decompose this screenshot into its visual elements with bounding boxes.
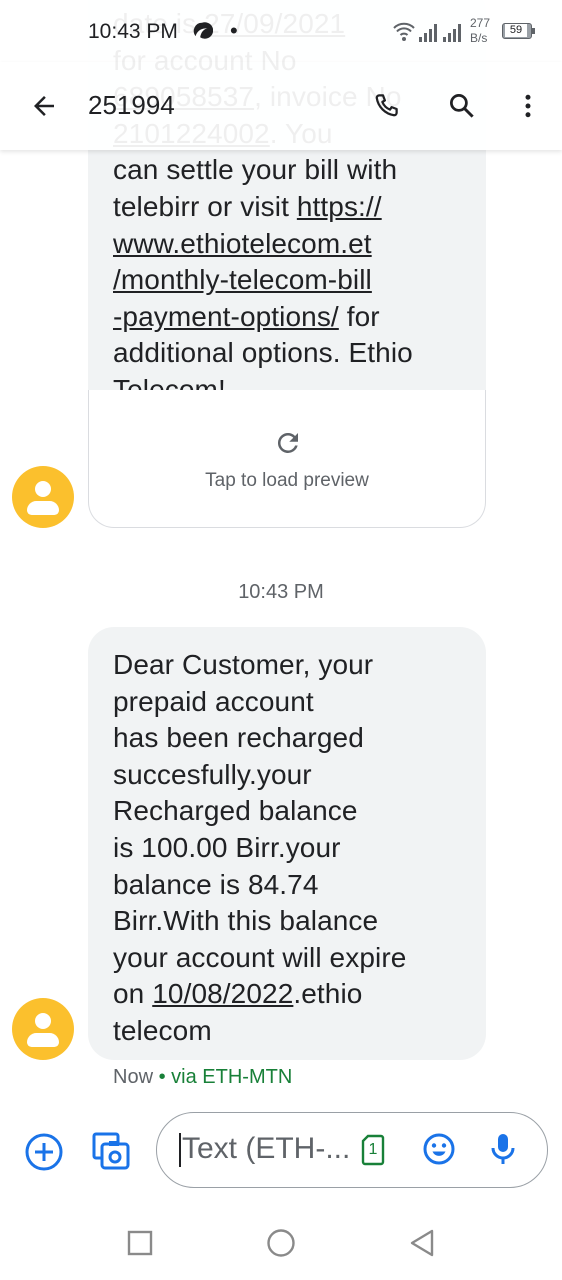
recents-button[interactable] (120, 1225, 160, 1261)
more-vert-icon (525, 94, 531, 118)
message-line: additional options. Ethio (113, 335, 462, 372)
message-text-segment: has been recharged (113, 722, 364, 754)
back-button[interactable] (22, 84, 66, 128)
message-line: Dear Customer, your (113, 647, 462, 684)
message-line: is 100.00 Birr.your (113, 830, 462, 867)
compose-placeholder[interactable]: Text (ETH-... (182, 1132, 350, 1166)
message-text-segment: balance is 84.74 (113, 868, 319, 900)
signal-icon (418, 21, 464, 43)
net-speed-value: 277 (470, 16, 491, 30)
message-text-segment: Birr.With this balance (113, 905, 379, 937)
plus-circle-icon (25, 1133, 63, 1171)
photo-gallery-icon (92, 1132, 130, 1170)
status-bar: 10:43 PM • 277 B/s 59 (0, 0, 562, 62)
circle-icon (267, 1229, 295, 1257)
message-text-segment: for (338, 300, 380, 332)
message-timestamp: 10:43 PM (238, 581, 324, 603)
status-time: 10:43 PM (88, 20, 178, 43)
message-link[interactable]: https:// (297, 191, 382, 222)
message-link[interactable]: /monthly-telecom-bill (113, 264, 372, 295)
sender-avatar[interactable] (12, 466, 74, 528)
notification-icon (191, 20, 214, 42)
sender-avatar[interactable] (12, 998, 74, 1060)
message-text-segment: your account will expire (113, 941, 407, 973)
message-line: www.ethiotelecom.et (113, 226, 462, 263)
message-text-segment: telecom (113, 1014, 212, 1046)
sim-selector[interactable]: 1 (361, 1134, 385, 1166)
sim-number: 1 (368, 1141, 378, 1158)
status-dot: • (230, 18, 238, 43)
message-text-segment: additional options. Ethio (113, 337, 413, 369)
message-text-segment: on (113, 978, 153, 1010)
emoji-icon (423, 1133, 455, 1165)
message-text-segment: can settle your bill with (113, 154, 398, 186)
message-line: prepaid account (113, 684, 462, 721)
back-nav-button[interactable] (402, 1223, 442, 1263)
square-icon (127, 1230, 153, 1256)
conversation-title: 251994 (88, 90, 175, 120)
message-text-segment: Dear Customer, your (113, 649, 374, 680)
phone-icon (375, 94, 398, 117)
message-text-segment: Recharged balance (113, 795, 358, 827)
conversation-app-bar: 251994 (0, 62, 562, 150)
battery-icon: 59 (502, 23, 532, 39)
gallery-button[interactable] (88, 1128, 134, 1174)
message-link[interactable]: www.ethiotelecom.et (113, 228, 372, 259)
message-status: Now • via ETH-MTN (113, 1066, 292, 1089)
link-preview-card[interactable]: Tap to load preview (88, 390, 486, 528)
status-via: via ETH-MTN (171, 1066, 293, 1088)
wifi-icon (392, 20, 416, 42)
message-line: Recharged balance (113, 793, 462, 830)
message-link[interactable]: -payment-options/ (113, 301, 339, 332)
search-button[interactable] (440, 84, 484, 128)
compose-field[interactable]: Text (ETH-... 1 (156, 1112, 548, 1188)
back-arrow-icon (34, 96, 54, 116)
net-speed-unit: B/s (470, 31, 488, 45)
voice-input-button[interactable] (483, 1129, 523, 1169)
message-line: /monthly-telecom-bill (113, 262, 462, 299)
message-bubble-recharge[interactable]: Dear Customer, your prepaid account has be… (88, 627, 486, 1060)
home-button[interactable] (260, 1223, 302, 1263)
message-line: balance is 84.74 (113, 867, 462, 904)
system-navigation-bar (0, 1205, 562, 1280)
message-line: -payment-options/ for (113, 299, 462, 336)
message-text: Dear Customer, your prepaid account has be… (113, 647, 462, 1050)
message-line: has been recharged (113, 720, 462, 757)
message-line: Birr.With this balance (113, 903, 462, 940)
message-text-segment: .ethio (293, 978, 363, 1010)
status-time: Now (113, 1066, 154, 1088)
preview-label: Tap to load preview (205, 470, 369, 491)
message-text-segment: prepaid account (113, 685, 314, 717)
battery-level: 59 (505, 24, 527, 37)
more-options-button[interactable] (506, 84, 550, 128)
message-link[interactable]: 10/08/2022 (152, 978, 293, 1009)
message-line: your account will expire (113, 940, 462, 977)
call-button[interactable] (364, 84, 408, 128)
message-line: telecom (113, 1013, 462, 1050)
message-line: can settle your bill with (113, 152, 462, 189)
microphone-icon (491, 1134, 515, 1164)
add-attachment-button[interactable] (22, 1130, 66, 1174)
status-separator: • (158, 1066, 166, 1088)
message-text: telebirr or visit https://www.ethiotelec… (113, 189, 462, 409)
message-text-segment: telebirr or visit (113, 190, 297, 222)
message-line: succesfully.your (113, 757, 462, 794)
message-line: on 10/08/2022.ethio (113, 976, 462, 1013)
triangle-back-icon (410, 1229, 434, 1257)
reload-icon (273, 428, 303, 458)
emoji-button[interactable] (419, 1129, 459, 1169)
message-text-segment: is 100.00 Birr.your (113, 831, 341, 863)
message-line: telebirr or visit https:// (113, 189, 462, 226)
message-text-segment: succesfully.your (113, 758, 312, 790)
text-cursor (179, 1133, 181, 1167)
search-icon (450, 94, 474, 118)
